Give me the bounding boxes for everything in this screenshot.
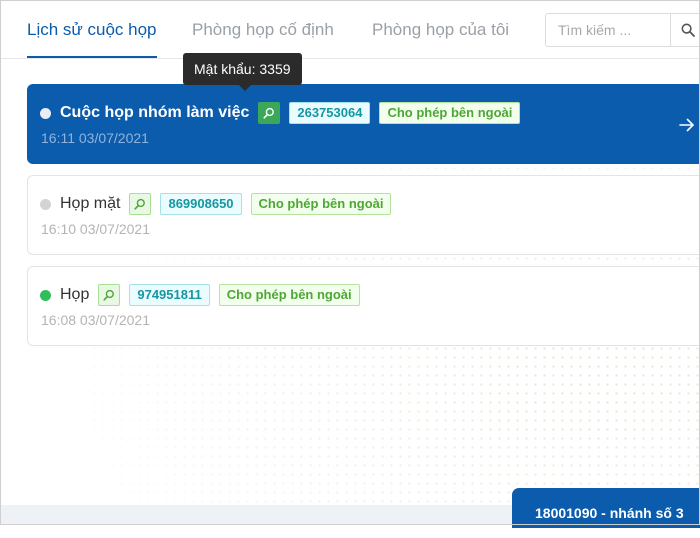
status-dot bbox=[40, 198, 51, 210]
tab-my-rooms[interactable]: Phòng họp của tôi bbox=[372, 0, 509, 58]
arrow-right-icon[interactable] bbox=[678, 117, 696, 133]
search-icon bbox=[103, 289, 115, 301]
meeting-title: Họp mặt bbox=[60, 195, 121, 212]
meeting-time: 16:11 03/07/2021 bbox=[41, 130, 149, 146]
search-icon bbox=[134, 198, 146, 210]
hotline-button[interactable]: 18001090 - nhánh số 3 bbox=[512, 488, 700, 528]
status-dot bbox=[40, 289, 51, 301]
meeting-title: Cuộc họp nhóm làm việc bbox=[60, 104, 250, 121]
meeting-code: 869908650 bbox=[160, 193, 242, 215]
meeting-time: 16:08 03/07/2021 bbox=[41, 312, 150, 328]
meeting-code: 974951811 bbox=[129, 284, 210, 306]
search-input[interactable] bbox=[546, 14, 670, 46]
meeting-card[interactable]: Họp 974951811 Cho phép bên ngoài 16:08 0… bbox=[27, 266, 700, 346]
show-password-button[interactable] bbox=[258, 102, 281, 124]
header: Lịch sử cuộc họp Phòng họp cố định Phòng… bbox=[0, 0, 700, 59]
external-allowed-badge: Cho phép bên ngoài bbox=[218, 284, 360, 306]
search-button[interactable] bbox=[670, 14, 700, 46]
external-allowed-badge: Cho phép bên ngoài bbox=[250, 193, 392, 215]
search-icon bbox=[681, 23, 695, 37]
status-dot bbox=[40, 107, 51, 119]
show-password-button[interactable] bbox=[98, 284, 121, 306]
meeting-card[interactable]: Cuộc họp nhóm làm việc 263753064 Cho phé… bbox=[27, 84, 700, 164]
tab-meeting-history[interactable]: Lịch sử cuộc họp bbox=[27, 0, 157, 58]
password-tooltip: Mật khẩu: 3359 bbox=[183, 53, 302, 91]
tab-fixed-rooms[interactable]: Phòng họp cố định bbox=[192, 0, 334, 58]
meeting-card[interactable]: Họp mặt 869908650 Cho phép bên ngoài 16:… bbox=[27, 175, 700, 255]
external-allowed-badge: Cho phép bên ngoài bbox=[379, 102, 521, 124]
search-box bbox=[545, 13, 700, 47]
show-password-button[interactable] bbox=[129, 193, 152, 215]
meeting-time: 16:10 03/07/2021 bbox=[41, 221, 150, 237]
meeting-title: Họp bbox=[60, 286, 90, 303]
search-icon bbox=[263, 107, 275, 119]
meeting-code: 263753064 bbox=[289, 102, 371, 124]
